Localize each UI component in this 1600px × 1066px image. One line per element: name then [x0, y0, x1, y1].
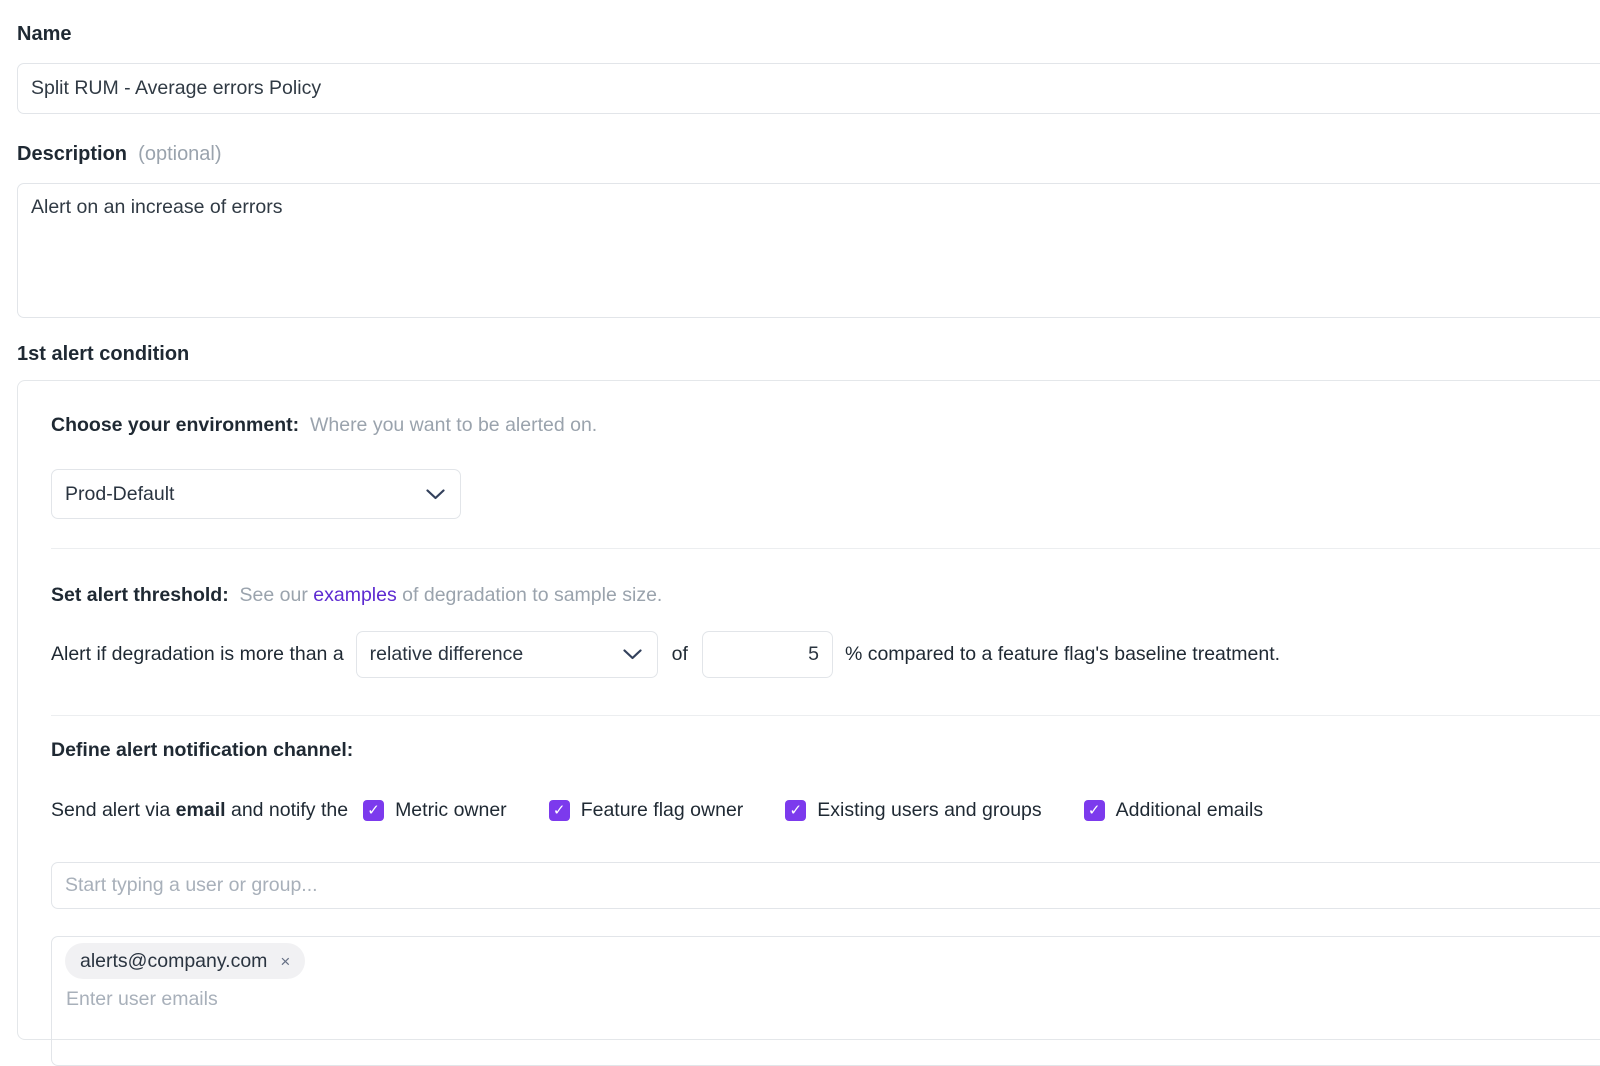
additional-emails-input[interactable]: alerts@company.com × Enter user emails — [51, 936, 1600, 1066]
checkbox-label: Additional emails — [1116, 799, 1263, 822]
environment-select[interactable]: Prod-Default — [51, 469, 461, 519]
difference-type-select[interactable]: relative difference — [356, 631, 658, 678]
checkbox-label: Metric owner — [395, 799, 507, 822]
environment-label: Choose your environment: Where you want … — [51, 413, 1600, 438]
email-chip-text: alerts@company.com — [80, 950, 267, 973]
examples-link[interactable]: examples — [313, 584, 396, 606]
description-label-text: Description — [17, 143, 127, 165]
notification-send-row: Send alert via email and notify the ✓ Me… — [51, 799, 1600, 822]
threshold-value-input[interactable] — [702, 631, 833, 678]
of-label: of — [672, 643, 688, 666]
email-input-placeholder: Enter user emails — [65, 988, 1600, 1011]
remove-chip-icon[interactable]: × — [280, 953, 290, 970]
description-optional-text: (optional) — [133, 143, 222, 165]
threshold-row: Alert if degradation is more than a rela… — [51, 631, 1600, 678]
checkbox-label: Feature flag owner — [581, 799, 744, 822]
chevron-down-icon — [623, 643, 642, 666]
checkbox-existing-users-groups[interactable]: ✓ Existing users and groups — [785, 799, 1041, 822]
checkbox-additional-emails[interactable]: ✓ Additional emails — [1084, 799, 1263, 822]
checked-checkbox-icon[interactable]: ✓ — [1084, 800, 1105, 821]
checkbox-metric-owner[interactable]: ✓ Metric owner — [363, 799, 507, 822]
name-input[interactable] — [17, 63, 1600, 114]
name-label: Name — [17, 22, 1600, 46]
user-group-search-input[interactable] — [51, 862, 1600, 909]
description-textarea[interactable]: Alert on an increase of errors — [17, 183, 1600, 318]
divider — [51, 548, 1600, 549]
environment-selected-value: Prod-Default — [65, 483, 174, 506]
checked-checkbox-icon[interactable]: ✓ — [549, 800, 570, 821]
chevron-down-icon — [426, 483, 445, 506]
checkbox-label: Existing users and groups — [817, 799, 1041, 822]
alert-condition-panel: Choose your environment: Where you want … — [17, 380, 1600, 1040]
send-sentence: Send alert via email and notify the — [51, 799, 348, 822]
condition-heading: 1st alert condition — [17, 342, 1600, 366]
threshold-label: Set alert threshold: See our examples of… — [51, 583, 1600, 608]
checked-checkbox-icon[interactable]: ✓ — [363, 800, 384, 821]
difference-type-value: relative difference — [370, 643, 524, 666]
email-chip: alerts@company.com × — [65, 943, 305, 979]
checked-checkbox-icon[interactable]: ✓ — [785, 800, 806, 821]
recipient-checkbox-group: ✓ Metric owner ✓ Feature flag owner ✓ Ex… — [363, 799, 1263, 822]
threshold-sentence-prefix: Alert if degradation is more than a — [51, 643, 344, 666]
alert-policy-form: Name Description (optional) Alert on an … — [0, 0, 1600, 1040]
checkbox-feature-flag-owner[interactable]: ✓ Feature flag owner — [549, 799, 744, 822]
threshold-sentence-suffix: % compared to a feature flag's baseline … — [845, 643, 1280, 666]
notification-heading: Define alert notification channel: — [51, 737, 1600, 763]
divider — [51, 715, 1600, 716]
description-label: Description (optional) — [17, 142, 1600, 166]
